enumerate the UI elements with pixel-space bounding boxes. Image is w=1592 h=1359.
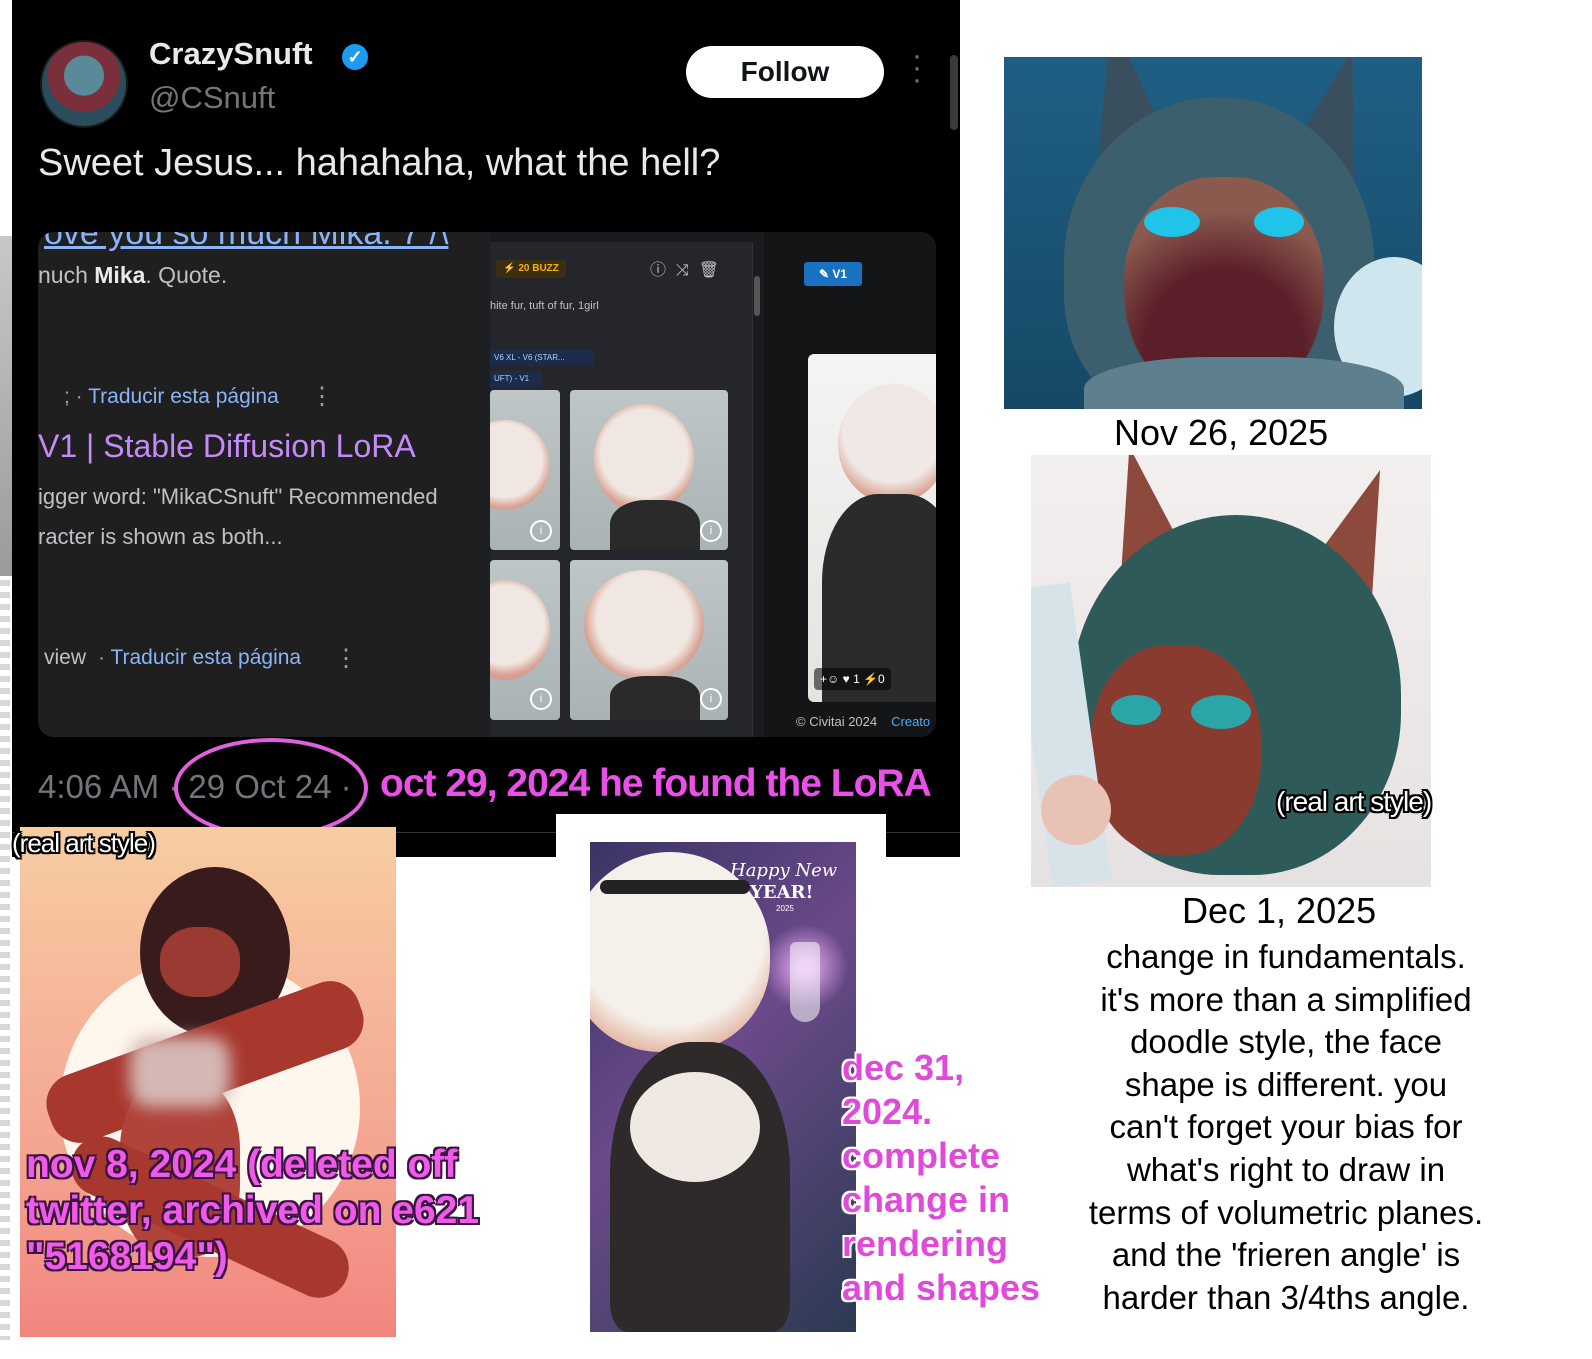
annotation-line: 2024. (842, 1091, 933, 1132)
info-icon: i (530, 520, 552, 542)
info-icon: i (700, 520, 722, 542)
annotation-nov8: nov 8, 2024 (deleted off twitter, archiv… (26, 1142, 479, 1280)
annotation-lora-found: oct 29, 2024 he found the LoRA (380, 762, 932, 805)
real-art-style-label: (real art style) (1276, 786, 1432, 817)
result-description: igger word: "MikaCSnuft" Recommended (38, 484, 438, 509)
tweet-screenshot: CrazySnuft ✓ @CSnuft Follow · · · Sweet Je… (12, 0, 960, 857)
civitai-detail: ✎ V1 +☺ ♥ 1 ⚡0 © Civitai 2024 Creato (764, 232, 936, 737)
view-label: view (44, 646, 87, 669)
annotation-line: dec 31, (842, 1047, 965, 1088)
result-description: racter is shown as both... (38, 524, 283, 549)
resource-chip: UFT) - V1 (490, 371, 542, 387)
heart-count: 1 (853, 672, 860, 686)
gallery-thumbnail: i (570, 560, 728, 720)
verified-badge-icon: ✓ (342, 44, 368, 70)
page-edge-strip (0, 236, 12, 576)
commentary-line: it's more than a simplified (1100, 980, 1472, 1018)
annotation-line: nov 8, 2024 (deleted off (26, 1143, 458, 1186)
real-art-style-label: (real art style) (12, 828, 156, 858)
reaction-bar[interactable]: +☺ ♥ 1 ⚡0 (814, 668, 891, 690)
info-icon: i (700, 688, 722, 710)
snippet-text: nuch (38, 262, 95, 288)
scrollbar[interactable] (950, 55, 958, 130)
greeting-text: YEAR! (750, 882, 814, 903)
commentary-line: and the 'frieren angle' is (1111, 1236, 1461, 1274)
result-menu-icon: ⋮ (310, 383, 334, 410)
caption-dec1: Dec 1, 2025 (1182, 890, 1377, 931)
annotation-line: "5168194") (26, 1235, 228, 1278)
annotation-line: twitter, archived on e621 (26, 1189, 480, 1232)
artwork-dec31: Happy New YEAR! 2025 (590, 842, 856, 1332)
commentary-line: what's right to draw in (1126, 1150, 1446, 1188)
gallery-thumbnail: i (490, 560, 560, 720)
commentary-line: can't forget your bias for (1109, 1108, 1463, 1146)
cut-off-link: ove you so much Mika. 7 /\ (44, 232, 449, 252)
snippet-end: . Quote. (145, 262, 228, 288)
caption-nov26: Nov 26, 2025 (1114, 412, 1329, 453)
gallery-thumbnail: i (490, 390, 560, 550)
tweet-image[interactable]: ove you so much Mika. 7 /\ nuch Mika. Qu… (38, 232, 936, 737)
annotation-dec31: dec 31, 2024. complete change in renderi… (842, 1046, 1040, 1310)
greeting-text: Happy New (730, 860, 838, 881)
date-highlight-circle (174, 738, 368, 838)
buzz-badge: ⚡ 20 BUZZ (496, 260, 566, 278)
greeting-year: 2025 (776, 904, 794, 913)
resource-chip: V6 XL - V6 (STAR... (490, 350, 594, 366)
copyright: © Civitai 2024 (796, 714, 878, 729)
gallery-thumbnail: i (570, 390, 728, 550)
commentary-line: terms of volumetric planes. (1088, 1193, 1484, 1231)
commentary-line: shape is different. you (1124, 1065, 1448, 1103)
annotation-line: rendering (842, 1223, 1009, 1264)
result-title: V1 | Stable Diffusion LoRA (38, 428, 416, 464)
translate-link-label: Traducir esta página (88, 385, 279, 408)
user-handle[interactable]: @CSnuft (149, 80, 275, 116)
civitai-footer: © Civitai 2024 Creato (796, 714, 930, 729)
commentary-line: harder than 3/4ths angle. (1102, 1278, 1470, 1316)
info-icon: i (530, 688, 552, 710)
more-options-icon[interactable]: · · · (907, 41, 927, 95)
follow-button[interactable]: Follow (686, 46, 884, 98)
preview-image (808, 354, 936, 702)
version-badge: ✎ V1 (804, 262, 862, 286)
buzz-count: 0 (878, 672, 885, 686)
annotation-line: and shapes (842, 1267, 1041, 1308)
civitai-gallery: ⚡ 20 BUZZ ⓘ⤨🗑 hite fur, tuft of fur, 1gi… (490, 242, 753, 737)
annotation-line: change in (842, 1179, 1011, 1220)
result-snippet: nuch Mika. Quote. (38, 262, 227, 289)
translate-link: ; · Traducir esta página (64, 385, 279, 408)
artwork-dec1 (1031, 455, 1431, 887)
avatar[interactable] (40, 40, 128, 128)
commentary-line: change in fundamentals. (1106, 938, 1466, 975)
artwork-nov26 (1004, 57, 1422, 409)
commentary: change in fundamentals. it's more than a… (1060, 936, 1512, 1319)
creator-link: Creato (891, 714, 931, 729)
civitai-action-icons: ⓘ⤨🗑 (650, 262, 730, 279)
snippet-bold: Mika (94, 262, 146, 288)
gallery-scrollbar[interactable] (754, 276, 760, 316)
translate-link-label: Traducir esta página (110, 646, 302, 669)
annotation-line: complete (842, 1135, 1001, 1176)
prompt-tags: hite fur, tuft of fur, 1girl (490, 300, 599, 312)
search-result-panel: ove you so much Mika. 7 /\ nuch Mika. Qu… (38, 232, 480, 737)
translate-link: · Traducir esta página (98, 646, 302, 669)
civitai-panel: ⚡ 20 BUZZ ⓘ⤨🗑 hite fur, tuft of fur, 1gi… (490, 232, 936, 737)
commentary-line: doodle style, the face (1130, 1023, 1442, 1061)
version-label: V1 (832, 267, 848, 281)
display-name[interactable]: CrazySnuft (149, 36, 313, 72)
page-edge-dashes (0, 580, 10, 1340)
result-menu-icon: ⋮ (334, 645, 358, 672)
tweet-text: Sweet Jesus... hahahaha, what the hell? (38, 142, 721, 184)
